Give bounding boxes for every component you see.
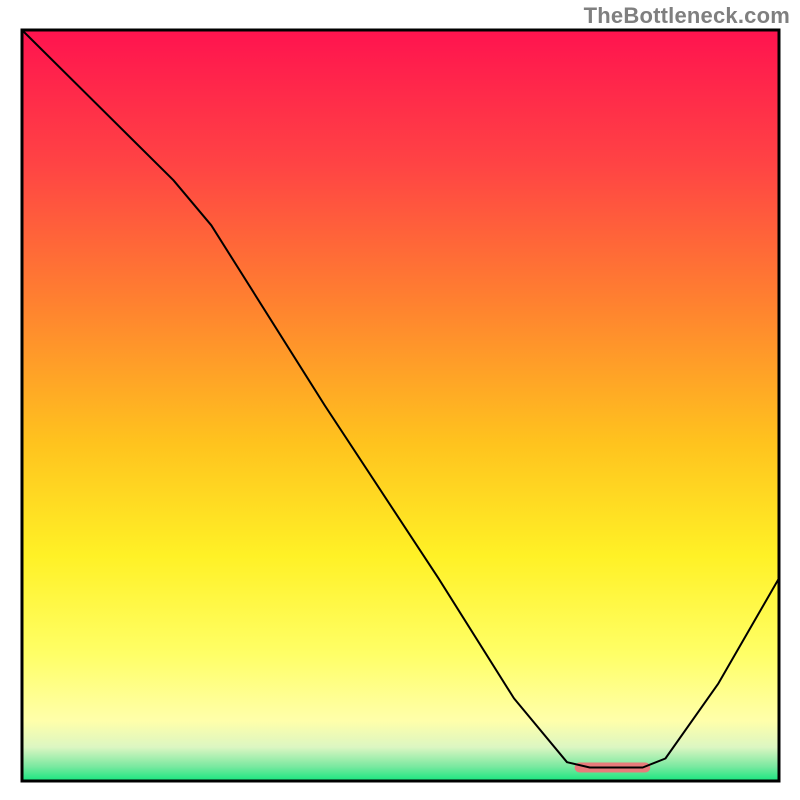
chart-frame: TheBottleneck.com [0, 0, 800, 800]
bottleneck-chart [0, 0, 800, 800]
